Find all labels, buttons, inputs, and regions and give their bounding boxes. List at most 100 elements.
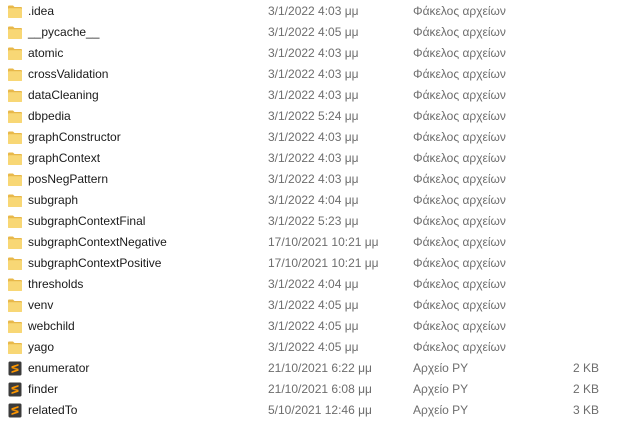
file-row[interactable]: dataCleaning 3/1/2022 4:03 μμ Φάκελος αρχε…: [0, 85, 634, 106]
file-type: Φάκελος αρχείων: [413, 46, 506, 60]
date-modified: 3/1/2022 5:24 μμ: [268, 109, 359, 123]
date-modified: 3/1/2022 4:03 μμ: [268, 67, 359, 81]
folder-icon: [7, 151, 23, 166]
file-name: subgraphContextPositive: [28, 256, 162, 270]
date-modified: 17/10/2021 10:21 μμ: [268, 256, 379, 270]
sublime-text-file-icon: [7, 382, 23, 397]
file-name: atomic: [28, 46, 64, 60]
date-modified: 3/1/2022 4:03 μμ: [268, 172, 359, 186]
file-name: webchild: [28, 319, 75, 333]
folder-icon: [7, 130, 23, 145]
file-name: venv: [28, 298, 54, 312]
file-row[interactable]: subgraphContextFinal 3/1/2022 5:23 μμ Φάκε…: [0, 211, 634, 232]
folder-icon: [7, 214, 23, 229]
file-row[interactable]: enumerator 21/10/2021 6:22 μμ Αρχείο PY 2 K…: [0, 358, 634, 379]
date-modified: 3/1/2022 4:03 μμ: [268, 151, 359, 165]
file-size: 2 KB: [572, 361, 599, 375]
file-row[interactable]: venv 3/1/2022 4:05 μμ Φάκελος αρχείων: [0, 295, 634, 316]
file-name: thresholds: [28, 277, 84, 291]
file-type: Φάκελος αρχείων: [413, 277, 506, 291]
file-type: Αρχείο PY: [413, 361, 469, 375]
file-type: Φάκελος αρχείων: [413, 4, 506, 18]
file-row[interactable]: thresholds 3/1/2022 4:04 μμ Φάκελος αρχείω…: [0, 274, 634, 295]
file-type: Φάκελος αρχείων: [413, 298, 506, 312]
file-name: dbpedia: [28, 109, 71, 123]
file-name: __pycache__: [28, 25, 100, 39]
file-row[interactable]: finder 21/10/2021 6:08 μμ Αρχείο PY 2 KB: [0, 379, 634, 400]
date-modified: 3/1/2022 4:05 μμ: [268, 340, 359, 354]
file-name: enumerator: [28, 361, 90, 375]
file-row[interactable]: atomic 3/1/2022 4:03 μμ Φάκελος αρχείων: [0, 43, 634, 64]
folder-icon: [7, 172, 23, 187]
file-name: finder: [28, 382, 59, 396]
folder-icon: [7, 67, 23, 82]
date-modified: 17/10/2021 10:21 μμ: [268, 235, 379, 249]
sublime-text-file-icon: [7, 403, 23, 418]
file-row[interactable]: relatedTo 5/10/2021 12:46 μμ Αρχείο PY 3 KB: [0, 400, 634, 421]
file-row[interactable]: dbpedia 3/1/2022 5:24 μμ Φάκελος αρχείων: [0, 106, 634, 127]
file-type: Φάκελος αρχείων: [413, 340, 506, 354]
file-type: Αρχείο PY: [413, 403, 469, 417]
date-modified: 3/1/2022 4:05 μμ: [268, 298, 359, 312]
date-modified: 21/10/2021 6:08 μμ: [268, 382, 372, 396]
file-type: Φάκελος αρχείων: [413, 235, 506, 249]
file-name: crossValidation: [28, 67, 109, 81]
file-row[interactable]: subgraphContextPositive 17/10/2021 10:21 …: [0, 253, 634, 274]
file-name: relatedTo: [28, 403, 78, 417]
date-modified: 3/1/2022 4:03 μμ: [268, 130, 359, 144]
file-name: subgraph: [28, 193, 79, 207]
file-type: Φάκελος αρχείων: [413, 319, 506, 333]
file-size: 3 KB: [572, 403, 599, 417]
file-row[interactable]: graphContext 3/1/2022 4:03 μμ Φάκελος αρχε…: [0, 148, 634, 169]
folder-icon: [7, 235, 23, 250]
date-modified: 21/10/2021 6:22 μμ: [268, 361, 372, 375]
folder-icon: [7, 25, 23, 40]
file-type: Φάκελος αρχείων: [413, 25, 506, 39]
file-row[interactable]: posNegPattern 3/1/2022 4:03 μμ Φάκελος αρχ…: [0, 169, 634, 190]
date-modified: 3/1/2022 4:03 μμ: [268, 46, 359, 60]
date-modified: 3/1/2022 4:05 μμ: [268, 25, 359, 39]
file-type: Φάκελος αρχείων: [413, 130, 506, 144]
file-name: .idea: [28, 4, 55, 18]
date-modified: 3/1/2022 4:05 μμ: [268, 319, 359, 333]
date-modified: 3/1/2022 5:23 μμ: [268, 214, 359, 228]
folder-icon: [7, 277, 23, 292]
file-row[interactable]: crossValidation 3/1/2022 4:03 μμ Φάκελος α…: [0, 64, 634, 85]
folder-icon: [7, 340, 23, 355]
file-type: Φάκελος αρχείων: [413, 193, 506, 207]
sublime-text-file-icon: [7, 361, 23, 376]
folder-icon: [7, 109, 23, 124]
file-type: Φάκελος αρχείων: [413, 172, 506, 186]
date-modified: 5/10/2021 12:46 μμ: [268, 403, 372, 417]
folder-icon: [7, 256, 23, 271]
folder-icon: [7, 298, 23, 313]
file-row[interactable]: webchild 3/1/2022 4:05 μμ Φάκελος αρχείων: [0, 316, 634, 337]
date-modified: 3/1/2022 4:04 μμ: [268, 277, 359, 291]
file-name: subgraphContextFinal: [28, 214, 146, 228]
folder-icon: [7, 319, 23, 334]
folder-icon: [7, 88, 23, 103]
file-row[interactable]: graphConstructor 3/1/2022 4:03 μμ Φάκελος …: [0, 127, 634, 148]
file-row[interactable]: .idea 3/1/2022 4:03 μμ Φάκελος αρχείων: [0, 1, 634, 22]
date-modified: 3/1/2022 4:03 μμ: [268, 4, 359, 18]
file-name: dataCleaning: [28, 88, 99, 102]
date-modified: 3/1/2022 4:04 μμ: [268, 193, 359, 207]
folder-icon: [7, 193, 23, 208]
file-row[interactable]: subgraphContextNegative 17/10/2021 10:21 …: [0, 232, 634, 253]
file-name: yago: [28, 340, 55, 354]
file-type: Φάκελος αρχείων: [413, 214, 506, 228]
file-row[interactable]: yago 3/1/2022 4:05 μμ Φάκελος αρχείων: [0, 337, 634, 358]
file-row[interactable]: __pycache__ 3/1/2022 4:05 μμ Φάκελος αρχεί…: [0, 22, 634, 43]
file-name: subgraphContextNegative: [28, 235, 167, 249]
file-type: Φάκελος αρχείων: [413, 88, 506, 102]
file-type: Φάκελος αρχείων: [413, 151, 506, 165]
file-name: posNegPattern: [28, 172, 109, 186]
file-name: graphConstructor: [28, 130, 121, 144]
file-type: Φάκελος αρχείων: [413, 256, 506, 270]
file-type: Φάκελος αρχείων: [413, 67, 506, 81]
folder-icon: [7, 46, 23, 61]
file-size: 2 KB: [572, 382, 599, 396]
file-type: Αρχείο PY: [413, 382, 469, 396]
file-row[interactable]: subgraph 3/1/2022 4:04 μμ Φάκελος αρχείων: [0, 190, 634, 211]
folder-icon: [7, 4, 23, 19]
